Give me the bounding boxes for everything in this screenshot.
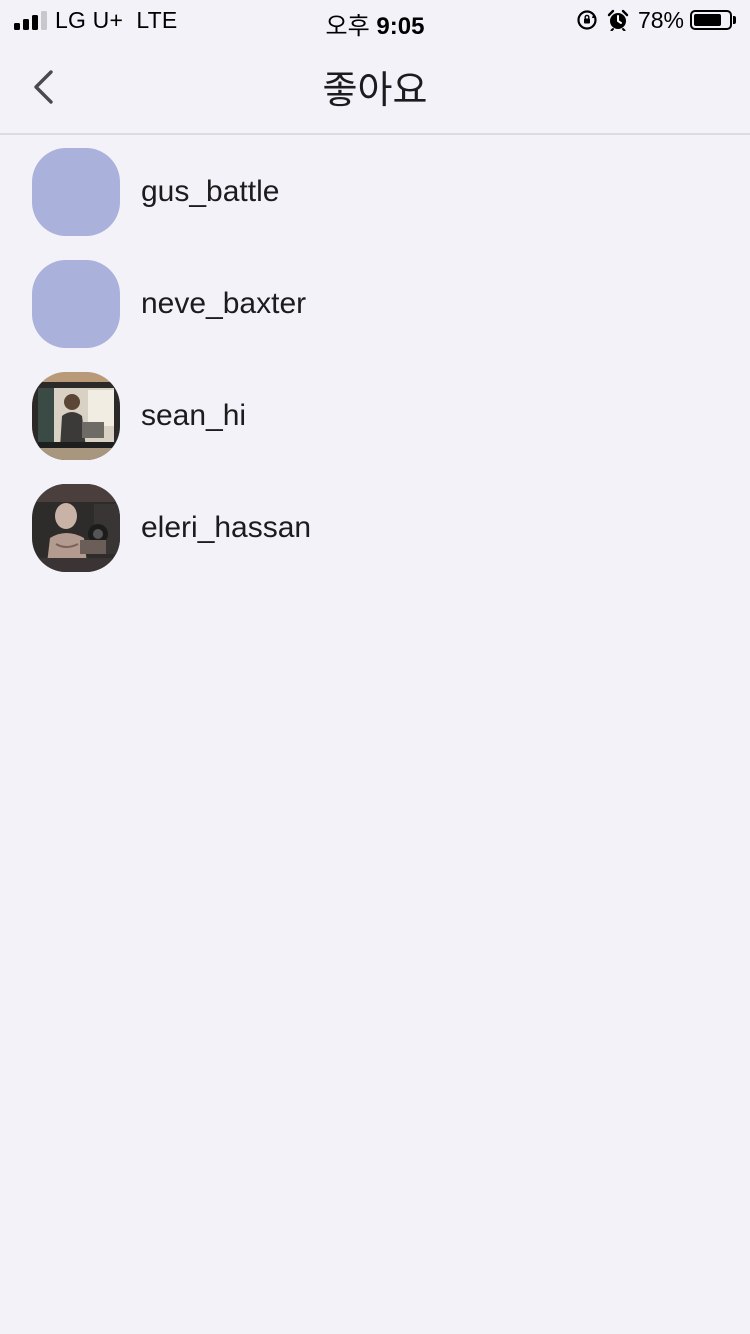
page-title: 좋아요 <box>322 70 428 112</box>
avatar[interactable] <box>32 260 120 348</box>
battery-tip <box>733 16 736 24</box>
avatar[interactable] <box>32 484 120 572</box>
time-value: 9:05 <box>376 13 425 40</box>
list-item[interactable]: neve_baxter <box>0 247 750 359</box>
avatar-photo <box>32 372 120 460</box>
username[interactable]: neve_baxter <box>141 287 306 321</box>
list-item[interactable]: sean_hi <box>0 359 750 471</box>
navigation-bar: 좋아요 <box>0 40 750 135</box>
battery-level-fill <box>694 14 721 26</box>
list-item[interactable]: eleri_hassan <box>0 471 750 583</box>
likes-list: gus_battle neve_baxter sean_hi eleri_has… <box>0 135 750 583</box>
orientation-lock-icon <box>577 10 597 30</box>
username[interactable]: eleri_hassan <box>141 511 311 545</box>
username[interactable]: gus_battle <box>141 175 279 209</box>
status-bar: LG U+ LTE 오후 9:05 78% <box>0 0 750 40</box>
avatar[interactable] <box>32 148 120 236</box>
likes-screen: LG U+ LTE 오후 9:05 78% 좋아요 gus_battle nev… <box>0 0 750 1334</box>
alarm-clock-icon <box>607 9 629 31</box>
avatar-photo <box>32 484 120 572</box>
battery-percent: 78% <box>637 6 684 33</box>
username[interactable]: sean_hi <box>141 399 246 433</box>
status-right-group: 78% <box>576 6 736 34</box>
avatar[interactable] <box>32 372 120 460</box>
time-prefix: 오후 <box>325 13 370 40</box>
battery-icon <box>690 10 732 30</box>
list-item[interactable]: gus_battle <box>0 135 750 247</box>
